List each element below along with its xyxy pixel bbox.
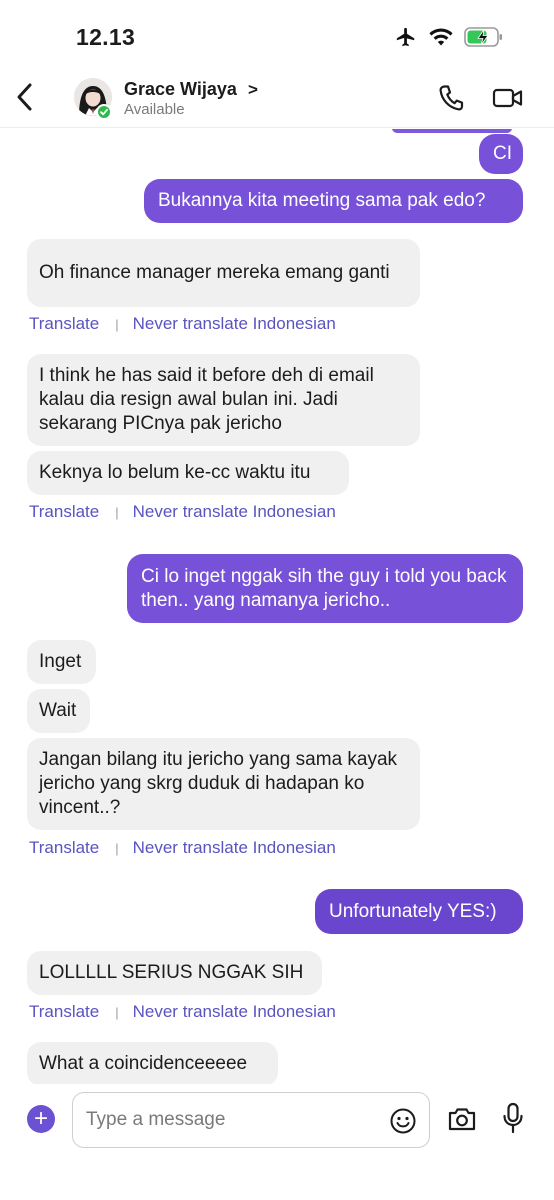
message-text: What a coincidenceeeee	[39, 1053, 248, 1074]
message-text: LOLLLLL SERIUS NGGAK SIH	[39, 962, 304, 983]
battery-charging-icon	[464, 27, 502, 47]
presence-status: Available	[124, 101, 185, 118]
translate-row: Translate | Never translate Indonesian	[29, 1002, 336, 1022]
message-bubble-incoming[interactable]: Inget	[27, 640, 96, 684]
translate-link[interactable]: Translate	[29, 502, 99, 522]
message-bubble-outgoing[interactable]: Ci lo inget nggak sih the guy i told you…	[127, 554, 523, 623]
message-text: Unfortunately YES:)	[329, 900, 497, 922]
airplane-icon	[396, 27, 415, 47]
message-bubble-incoming[interactable]: LOLLLLL SERIUS NGGAK SIH	[27, 951, 322, 995]
message-bubble-incoming[interactable]: What a coincidenceeeee	[27, 1042, 278, 1084]
camera-icon[interactable]	[447, 1105, 477, 1133]
message-input-box[interactable]	[72, 1092, 430, 1148]
message-bubble-incoming[interactable]: I think he has said it before deh di ema…	[27, 354, 420, 446]
back-chevron-icon[interactable]	[14, 82, 36, 112]
translate-separator: |	[115, 504, 119, 520]
status-time: 12.13	[76, 24, 136, 50]
wifi-icon	[429, 28, 453, 46]
translate-row: Translate | Never translate Indonesian	[29, 314, 336, 334]
never-translate-link[interactable]: Never translate Indonesian	[133, 838, 336, 858]
message-list[interactable]: CI Bukannya kita meeting sama pak edo? O…	[0, 129, 554, 1084]
message-input[interactable]	[86, 1106, 376, 1134]
translate-separator: |	[115, 1004, 119, 1020]
message-text: Ci lo inget nggak sih the guy i told you…	[141, 565, 507, 611]
translate-separator: |	[115, 316, 119, 332]
message-text: Oh finance manager mereka emang ganti	[39, 262, 390, 283]
translate-link[interactable]: Translate	[29, 314, 99, 334]
microphone-icon[interactable]	[502, 1102, 524, 1134]
message-text: Wait	[39, 700, 77, 721]
phone-icon[interactable]	[438, 84, 464, 112]
contact-name[interactable]: Grace Wijaya	[124, 79, 237, 100]
video-camera-icon[interactable]	[492, 86, 524, 110]
message-bubble-outgoing[interactable]: Unfortunately YES:)	[315, 889, 523, 934]
message-bubble-incoming[interactable]: Wait	[27, 689, 90, 733]
message-bubble-incoming[interactable]: Jangan bilang itu jericho yang sama kaya…	[27, 738, 420, 830]
message-text: I think he has said it before deh di ema…	[39, 365, 374, 434]
plus-icon[interactable]: +	[27, 1105, 55, 1133]
contact-chevron-icon[interactable]: >	[248, 80, 258, 100]
translate-link[interactable]: Translate	[29, 1002, 99, 1022]
previous-message-edge	[392, 129, 512, 133]
emoji-icon[interactable]	[389, 1107, 417, 1135]
message-bubble-outgoing[interactable]: CI	[479, 134, 523, 174]
translate-row: Translate | Never translate Indonesian	[29, 838, 336, 858]
message-text: CI	[493, 143, 512, 164]
message-text: Bukannya kita meeting sama pak edo?	[158, 190, 486, 211]
message-bubble-incoming[interactable]: Keknya lo belum ke-cc waktu itu	[27, 451, 349, 495]
message-bubble-outgoing[interactable]: Bukannya kita meeting sama pak edo?	[144, 179, 523, 223]
never-translate-link[interactable]: Never translate Indonesian	[133, 1002, 336, 1022]
status-icons	[394, 26, 504, 48]
translate-separator: |	[115, 840, 119, 856]
message-text: Jangan bilang itu jericho yang sama kaya…	[39, 749, 398, 818]
translate-row: Translate | Never translate Indonesian	[29, 502, 336, 522]
chat-header: Grace Wijaya > Available	[0, 70, 554, 128]
status-bar: 12.13	[0, 0, 554, 70]
translate-link[interactable]: Translate	[29, 838, 99, 858]
message-bubble-incoming[interactable]: Oh finance manager mereka emang ganti	[27, 239, 420, 307]
message-text: Keknya lo belum ke-cc waktu itu	[39, 462, 311, 483]
never-translate-link[interactable]: Never translate Indonesian	[133, 502, 336, 522]
message-text: Inget	[39, 651, 82, 672]
message-composer: +	[0, 1084, 554, 1200]
never-translate-link[interactable]: Never translate Indonesian	[133, 314, 336, 334]
presence-available-icon	[96, 104, 112, 120]
